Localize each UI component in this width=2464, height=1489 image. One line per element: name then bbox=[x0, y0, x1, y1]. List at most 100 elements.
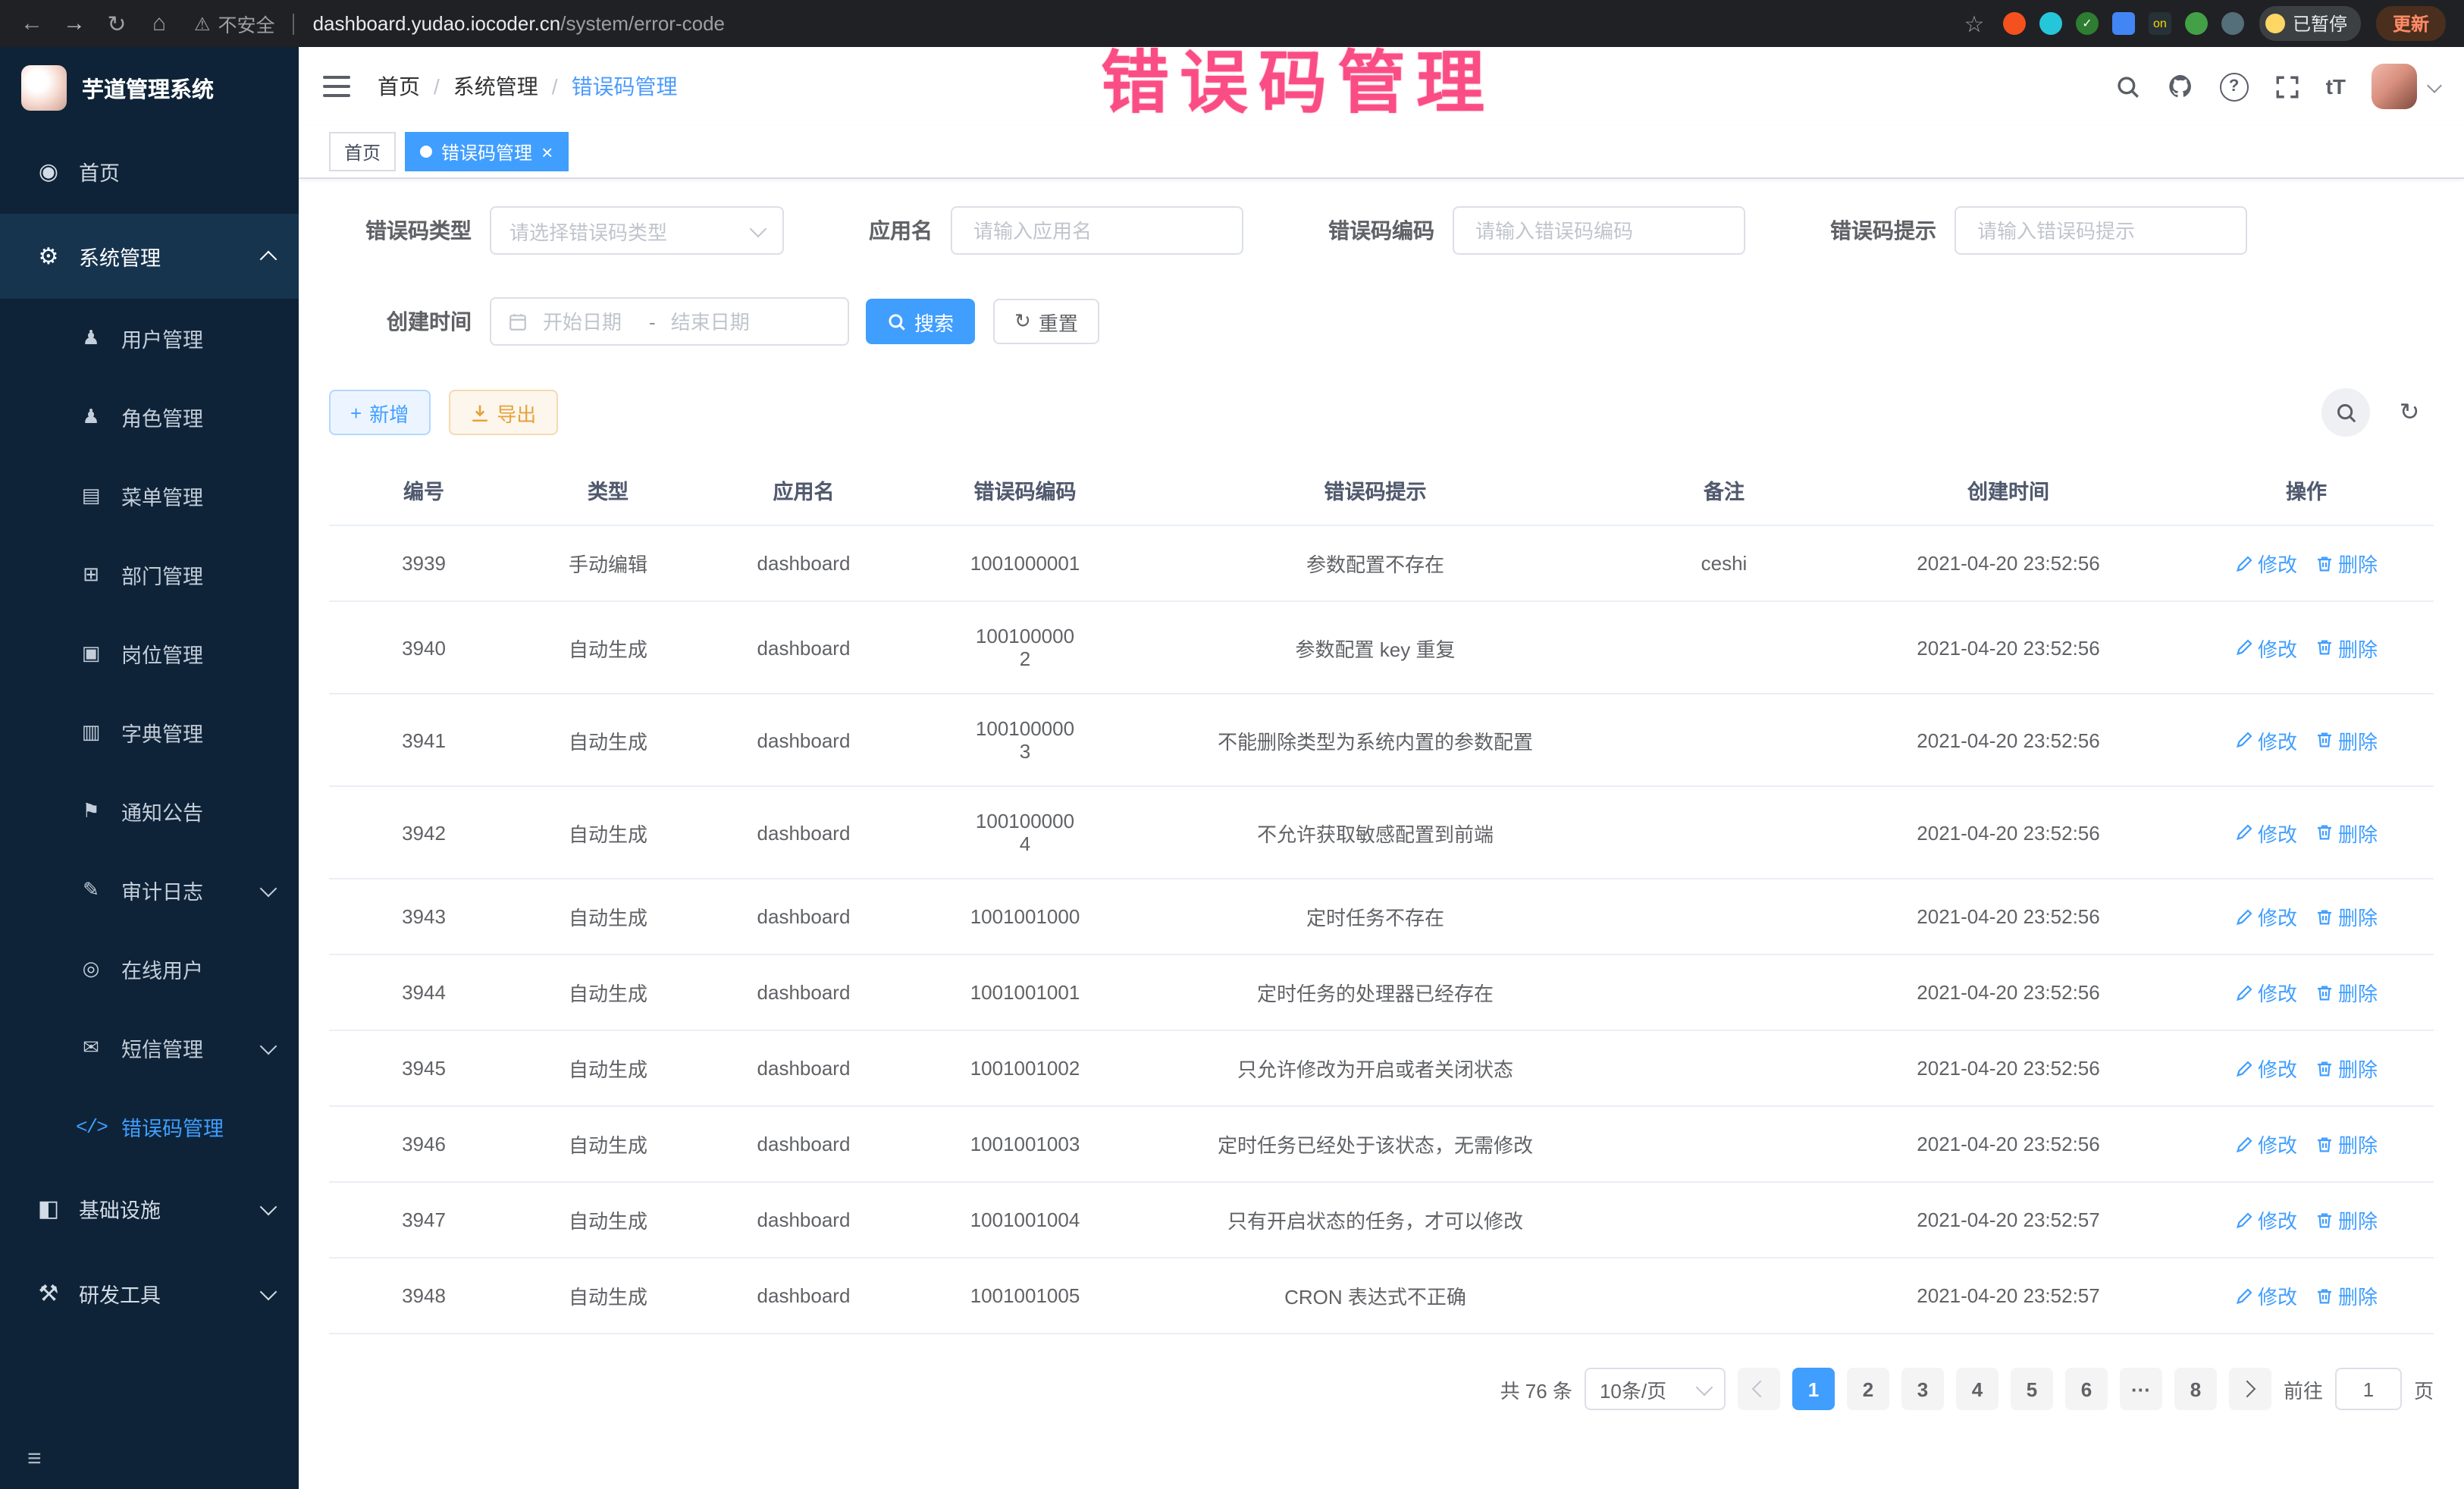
extension-pin[interactable] bbox=[2221, 12, 2244, 35]
reset-button[interactable]: ↻ 重置 bbox=[993, 299, 1099, 344]
menu-fold-icon[interactable] bbox=[323, 76, 350, 97]
sidebar-item-sms-management[interactable]: ✉短信管理 bbox=[0, 1008, 299, 1087]
edit-link[interactable]: 修改 bbox=[2235, 549, 2297, 578]
start-date-input[interactable] bbox=[540, 309, 637, 334]
extension-green-circle[interactable] bbox=[2185, 12, 2208, 35]
sidebar-item-menu-management[interactable]: ▤菜单管理 bbox=[0, 456, 299, 535]
edit-link[interactable]: 修改 bbox=[2235, 818, 2297, 847]
delete-link[interactable]: 删除 bbox=[2315, 818, 2378, 847]
extension-orange-circle[interactable] bbox=[2003, 12, 2026, 35]
sidebar-item-post-management[interactable]: ▣岗位管理 bbox=[0, 614, 299, 693]
edit-link[interactable]: 修改 bbox=[2235, 1130, 2297, 1158]
fullscreen-icon[interactable] bbox=[2274, 74, 2300, 99]
sidebar-collapse-icon[interactable]: ≡ bbox=[27, 1447, 42, 1474]
add-button[interactable]: + 新增 bbox=[329, 390, 430, 435]
delete-link[interactable]: 删除 bbox=[2315, 633, 2378, 662]
sidebar-item-dict-management[interactable]: ▥字典管理 bbox=[0, 693, 299, 772]
delete-link[interactable]: 删除 bbox=[2315, 1205, 2378, 1234]
error-type-select[interactable]: 请选择错误码类型 bbox=[490, 206, 784, 255]
browser-refresh-icon[interactable]: ↻ bbox=[103, 10, 130, 37]
pagination-page-1[interactable]: 1 bbox=[1792, 1368, 1835, 1410]
delete-link[interactable]: 删除 bbox=[2315, 902, 2378, 931]
edit-link[interactable]: 修改 bbox=[2235, 726, 2297, 754]
search-icon[interactable] bbox=[2115, 74, 2141, 99]
pagination-page-8[interactable]: 8 bbox=[2174, 1368, 2217, 1410]
font-size-icon[interactable]: tT bbox=[2326, 74, 2346, 99]
page-size-select[interactable]: 10条/页 bbox=[1585, 1368, 1726, 1410]
delete-link[interactable]: 删除 bbox=[2315, 1281, 2378, 1310]
browser-update-button[interactable]: 更新 bbox=[2376, 6, 2446, 41]
delete-link[interactable]: 删除 bbox=[2315, 1130, 2378, 1158]
edit-link[interactable]: 修改 bbox=[2235, 978, 2297, 1007]
cell-ops: 修改删除 bbox=[2179, 1258, 2434, 1334]
extension-green-check[interactable]: ✓ bbox=[2076, 12, 2099, 35]
refresh-table-button[interactable]: ↻ bbox=[2385, 388, 2434, 437]
sidebar-item-user-management[interactable]: ♟用户管理 bbox=[0, 299, 299, 378]
delete-link[interactable]: 删除 bbox=[2315, 549, 2378, 578]
date-range-picker[interactable]: - bbox=[490, 297, 849, 346]
sidebar-item-dept-management[interactable]: ⊞部门管理 bbox=[0, 535, 299, 614]
app-name-input[interactable] bbox=[970, 218, 1224, 243]
delete-link[interactable]: 删除 bbox=[2315, 978, 2378, 1007]
pagination-page-4[interactable]: 4 bbox=[1956, 1368, 1998, 1410]
extension-dark-on[interactable]: on bbox=[2149, 12, 2171, 35]
browser-back-icon[interactable]: ← bbox=[18, 11, 45, 36]
toggle-search-button[interactable] bbox=[2321, 388, 2370, 437]
pagination-more[interactable]: ··· bbox=[2120, 1368, 2162, 1410]
sidebar-item-dev-tools[interactable]: ⚒研发工具 bbox=[0, 1251, 299, 1336]
sidebar-item-online-users[interactable]: ◎在线用户 bbox=[0, 929, 299, 1008]
avatar-caret-icon[interactable] bbox=[2427, 77, 2442, 92]
delete-link[interactable]: 删除 bbox=[2315, 1054, 2378, 1083]
extension-teal-circle[interactable] bbox=[2039, 12, 2062, 35]
security-indicator[interactable]: ⚠ 不安全 bbox=[194, 9, 275, 38]
cell-app: dashboard bbox=[698, 955, 910, 1030]
edit-link[interactable]: 修改 bbox=[2235, 902, 2297, 931]
view-tab-home[interactable]: 首页 bbox=[329, 132, 396, 171]
search-button[interactable]: 搜索 bbox=[866, 299, 975, 344]
pagination-page-6[interactable]: 6 bbox=[2065, 1368, 2108, 1410]
error-code-input[interactable] bbox=[1472, 218, 1726, 243]
close-tab-icon[interactable]: × bbox=[541, 142, 553, 161]
cell-ops: 修改删除 bbox=[2179, 1106, 2434, 1182]
delete-link[interactable]: 删除 bbox=[2315, 726, 2378, 754]
sidebar-item-home[interactable]: ◉首页 bbox=[0, 129, 299, 214]
annotation-overlay-title: 错误码管理 bbox=[1101, 27, 1495, 126]
pagination-prev-button[interactable] bbox=[1738, 1368, 1780, 1410]
goto-page-input[interactable] bbox=[2335, 1368, 2402, 1410]
bookmark-star-icon[interactable]: ☆ bbox=[1961, 10, 1988, 37]
browser-forward-icon[interactable]: → bbox=[61, 11, 88, 36]
breadcrumb-item[interactable]: 系统管理 bbox=[453, 71, 538, 102]
sidebar-item-system-management[interactable]: ⚙系统管理 bbox=[0, 214, 299, 299]
cell-time: 2021-04-20 23:52:56 bbox=[1838, 525, 2179, 601]
help-icon[interactable]: ? bbox=[2220, 72, 2249, 101]
sidebar-item-notice-announcement[interactable]: ⚑通知公告 bbox=[0, 772, 299, 851]
export-button[interactable]: 导出 bbox=[448, 390, 557, 435]
edit-link[interactable]: 修改 bbox=[2235, 1205, 2297, 1234]
address-bar[interactable]: dashboard.yudao.iocoder.cn/system/error-… bbox=[313, 12, 725, 35]
browser-home-icon[interactable]: ⌂ bbox=[146, 11, 173, 36]
cell-id: 3940 bbox=[329, 601, 519, 694]
github-icon[interactable] bbox=[2167, 73, 2194, 100]
extension-blue-grid[interactable] bbox=[2112, 12, 2135, 35]
sidebar-item-infrastructure[interactable]: ◧基础设施 bbox=[0, 1166, 299, 1251]
pagination-page-5[interactable]: 5 bbox=[2011, 1368, 2053, 1410]
cell-ops: 修改删除 bbox=[2179, 1182, 2434, 1258]
sidebar-item-error-code-management[interactable]: </>错误码管理 bbox=[0, 1087, 299, 1166]
end-date-input[interactable] bbox=[668, 309, 765, 334]
sidebar-item-audit-log[interactable]: ✎审计日志 bbox=[0, 851, 299, 929]
edit-link[interactable]: 修改 bbox=[2235, 1054, 2297, 1083]
sidebar-item-role-management[interactable]: ♟角色管理 bbox=[0, 378, 299, 456]
edit-label: 修改 bbox=[2258, 1205, 2297, 1234]
paused-badge[interactable]: 已暂停 bbox=[2259, 6, 2361, 41]
pagination-page-2[interactable]: 2 bbox=[1847, 1368, 1889, 1410]
edit-link[interactable]: 修改 bbox=[2235, 633, 2297, 662]
pagination-next-button[interactable] bbox=[2229, 1368, 2271, 1410]
view-tab-error-code-management[interactable]: 错误码管理× bbox=[405, 132, 568, 171]
error-hint-input[interactable] bbox=[1974, 218, 2227, 243]
user-avatar[interactable] bbox=[2372, 64, 2417, 109]
edit-link[interactable]: 修改 bbox=[2235, 1281, 2297, 1310]
sidebar-item-label: 用户管理 bbox=[121, 323, 203, 353]
breadcrumb-item[interactable]: 首页 bbox=[378, 71, 420, 102]
table-toolbar: + 新增 导出 ↻ bbox=[329, 388, 2434, 437]
pagination-page-3[interactable]: 3 bbox=[1901, 1368, 1944, 1410]
